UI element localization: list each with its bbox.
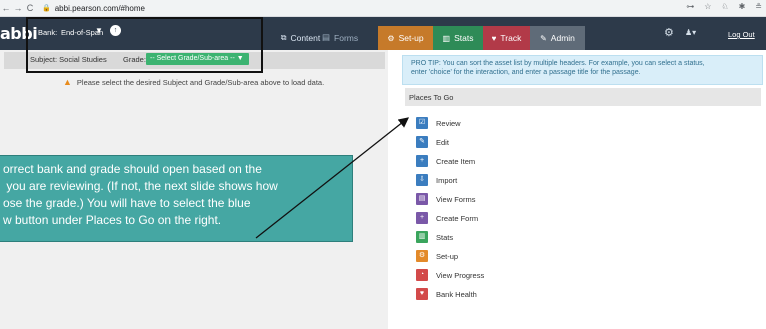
heart-icon: ♥ <box>491 33 497 43</box>
settings-gear-icon[interactable]: ⚙ <box>664 26 674 39</box>
place-label: Create Form <box>436 213 479 223</box>
tab-track-label: Track <box>500 33 522 43</box>
back-icon[interactable]: ← <box>0 3 12 13</box>
place-icon: ⚙ <box>416 250 428 262</box>
star-icon[interactable]: ☆ <box>704 2 711 11</box>
address-bar[interactable]: 🔒 abbi.pearson.com/#home <box>42 4 145 13</box>
tab-forms[interactable]: ▤ Forms <box>322 32 358 43</box>
tab-stats-label: Stats <box>454 33 474 43</box>
place-item-create-item[interactable]: + Create Item <box>416 155 475 167</box>
forms-icon: ▤ <box>322 32 331 42</box>
browser-extensions: ⊶ ☆ ♘ ✱ ≗ <box>686 2 762 11</box>
tab-stats[interactable]: ▥ Stats <box>433 26 483 50</box>
reload-icon[interactable]: C <box>24 3 36 13</box>
place-icon: ▤ <box>416 193 428 205</box>
place-label: Edit <box>436 137 449 147</box>
tab-admin[interactable]: ✎ Admin <box>530 26 585 50</box>
puzzle-icon[interactable]: ✱ <box>739 2 746 11</box>
places-header: Places To Go <box>405 88 761 106</box>
place-item-stats[interactable]: ▥ Stats <box>416 231 453 243</box>
lock-icon: 🔒 <box>42 5 51 12</box>
place-label: Import <box>436 175 458 185</box>
bar-chart-icon: ▥ <box>442 33 451 43</box>
page: ← → C 🔒 abbi.pearson.com/#home ⊶ ☆ ♘ ✱ ≗… <box>0 0 766 329</box>
warning-icon: ▲ <box>63 77 72 87</box>
tab-setup-label: Set-up <box>398 33 424 43</box>
place-item-review[interactable]: ☑ Review <box>416 117 461 129</box>
browser-toolbar: ← → C 🔒 abbi.pearson.com/#home ⊶ ☆ ♘ ✱ ≗ <box>0 0 766 17</box>
content-icon: ⧉ <box>280 33 287 42</box>
gear-icon: ⚙ <box>387 33 395 43</box>
place-icon: + <box>416 212 428 224</box>
instruction-callout: orrect bank and grade should open based … <box>0 155 353 242</box>
logout-link[interactable]: Log Out <box>728 30 755 39</box>
place-label: Bank Health <box>436 289 477 299</box>
place-label: Create Item <box>436 156 476 166</box>
place-item-import[interactable]: ⇩ Import <box>416 174 457 186</box>
user-menu[interactable]: ♟▾ <box>685 28 696 37</box>
tab-setup[interactable]: ⚙ Set-up <box>378 26 433 50</box>
tab-track[interactable]: ♥ Track <box>483 26 530 50</box>
profile-icon[interactable]: ≗ <box>755 2 762 11</box>
key-icon[interactable]: ⊶ <box>686 2 694 11</box>
place-item-bank-health[interactable]: ♥ Bank Health <box>416 288 477 300</box>
place-item-view-forms[interactable]: ▤ View Forms <box>416 193 475 205</box>
place-label: View Progress <box>436 270 485 280</box>
place-icon: ♥ <box>416 288 428 300</box>
place-label: Review <box>436 118 461 128</box>
tab-forms-label: Forms <box>334 32 359 43</box>
place-label: View Forms <box>436 194 476 204</box>
place-icon: ▥ <box>416 231 428 243</box>
place-icon: ◔ <box>416 269 428 281</box>
place-label: Stats <box>436 232 454 242</box>
place-icon: ✎ <box>416 136 428 148</box>
extension-icon[interactable]: ♘ <box>721 2 728 11</box>
forward-icon[interactable]: → <box>12 3 24 13</box>
place-item-set-up[interactable]: ⚙ Set-up <box>416 250 458 262</box>
place-item-edit[interactable]: ✎ Edit <box>416 136 449 148</box>
url-text: abbi.pearson.com/#home <box>54 3 145 13</box>
place-icon: ⇩ <box>416 174 428 186</box>
warning-text: Please select the desired Subject and Gr… <box>76 77 325 87</box>
tab-content-label: Content <box>290 33 321 43</box>
place-item-create-form[interactable]: + Create Form <box>416 212 478 224</box>
place-label: Set-up <box>436 251 459 261</box>
wrench-icon: ✎ <box>540 33 547 43</box>
tab-admin-label: Admin <box>550 33 575 43</box>
place-icon: ☑ <box>416 117 428 129</box>
load-data-warning: ▲ Please select the desired Subject and … <box>63 77 324 87</box>
place-item-view-progress[interactable]: ◔ View Progress <box>416 269 484 281</box>
highlight-box <box>26 17 263 73</box>
place-icon: + <box>416 155 428 167</box>
pro-tip: PRO TIP: You can sort the asset list by … <box>402 55 763 85</box>
